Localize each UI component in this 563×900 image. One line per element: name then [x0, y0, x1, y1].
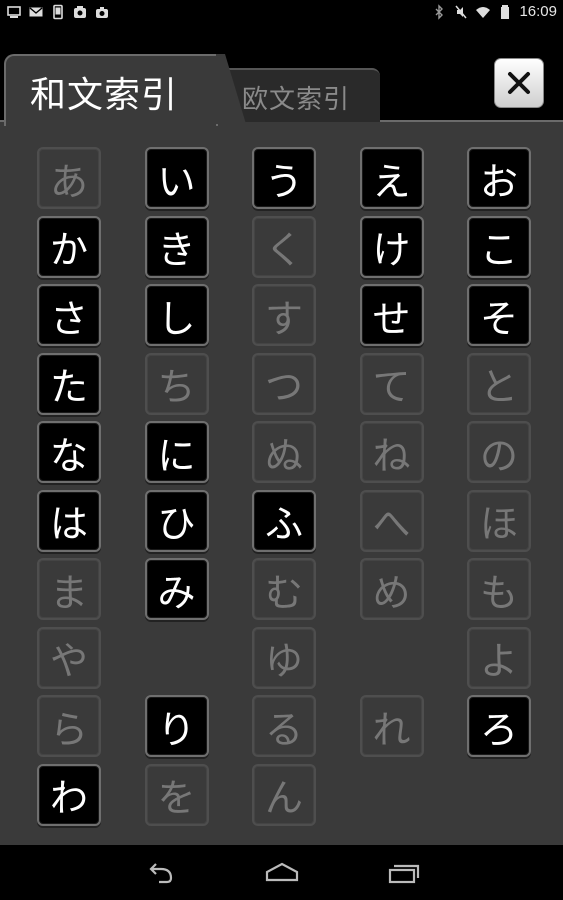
kana-key: れ — [359, 695, 424, 757]
battery-icon — [497, 4, 513, 20]
kana-key[interactable]: こ — [467, 215, 531, 278]
kana-key[interactable]: に — [144, 421, 209, 483]
camera-icon — [94, 4, 110, 20]
kana-key[interactable]: ふ — [252, 489, 316, 552]
kana-key[interactable]: た — [37, 352, 101, 415]
kana-empty-slot — [467, 764, 531, 826]
app-icon — [72, 4, 88, 20]
kana-key[interactable]: い — [144, 147, 209, 209]
kana-key: ん — [252, 763, 316, 826]
phone-icon — [50, 4, 66, 20]
status-bar: 16:09 — [0, 0, 563, 26]
kana-key: ね — [359, 421, 424, 483]
navigation-bar — [0, 845, 563, 900]
home-icon — [265, 862, 299, 882]
kana-key[interactable]: せ — [359, 284, 424, 346]
close-icon — [508, 72, 530, 94]
recents-button[interactable] — [382, 860, 422, 888]
mail-icon — [28, 4, 44, 20]
kana-key: ほ — [467, 489, 531, 552]
kana-key: て — [359, 352, 424, 415]
kana-empty-slot — [360, 627, 424, 689]
kana-key[interactable]: そ — [467, 284, 531, 346]
kana-key: と — [467, 352, 531, 415]
kana-key: へ — [359, 489, 424, 552]
kana-key: ゆ — [252, 626, 316, 689]
kana-key[interactable]: み — [144, 558, 209, 620]
screen-icon — [6, 4, 22, 20]
kana-key: つ — [252, 352, 316, 415]
kana-key[interactable]: か — [37, 215, 101, 278]
home-button[interactable] — [262, 860, 302, 888]
kana-key: む — [252, 558, 316, 620]
kana-key[interactable]: わ — [37, 763, 101, 826]
kana-key: ら — [37, 695, 101, 757]
back-icon — [149, 863, 173, 884]
kana-key[interactable]: り — [144, 695, 209, 757]
recents-icon — [388, 864, 420, 884]
system-icons: 16:09 — [431, 3, 557, 20]
mute-icon — [453, 4, 469, 20]
kana-key[interactable]: な — [37, 421, 101, 483]
kana-key: よ — [467, 626, 531, 689]
bluetooth-icon — [431, 3, 447, 20]
kana-empty-slot — [360, 764, 424, 826]
tab-japanese-index-label[interactable]: 和文索引 — [30, 66, 178, 118]
kana-key: の — [467, 421, 531, 483]
kana-key: る — [252, 695, 316, 757]
wifi-icon — [475, 4, 491, 20]
kana-key: や — [37, 626, 101, 689]
kana-key: ぬ — [252, 421, 316, 483]
kana-key: ま — [37, 558, 101, 620]
back-button[interactable] — [141, 860, 181, 888]
close-button[interactable] — [494, 58, 544, 108]
kana-empty-slot — [145, 627, 209, 689]
kana-key[interactable]: け — [359, 215, 424, 278]
clock: 16:09 — [519, 3, 557, 20]
kana-key[interactable]: え — [359, 147, 424, 209]
kana-key[interactable]: お — [467, 147, 531, 209]
notification-icons — [6, 4, 110, 20]
kana-key: ち — [144, 352, 209, 415]
kana-key: く — [252, 215, 316, 278]
kana-key: も — [467, 558, 531, 620]
kana-key[interactable]: う — [252, 147, 316, 209]
kana-key[interactable]: し — [144, 284, 209, 346]
kana-key[interactable]: は — [37, 489, 101, 552]
kana-key[interactable]: さ — [37, 284, 101, 346]
kana-key[interactable]: ひ — [144, 489, 209, 552]
kana-key: す — [252, 284, 316, 346]
kana-key[interactable]: ろ — [467, 695, 531, 757]
kana-key: あ — [37, 147, 101, 209]
tab-western-index-label[interactable]: 欧文索引 — [242, 79, 350, 116]
kana-key: を — [144, 763, 209, 826]
kana-key[interactable]: き — [144, 215, 209, 278]
kana-index-grid: あいうえおかきくけこさしすせそたちつてとなにぬねのはひふへほまみむめもや ゆ よらり… — [37, 147, 531, 826]
kana-key: め — [359, 558, 424, 620]
